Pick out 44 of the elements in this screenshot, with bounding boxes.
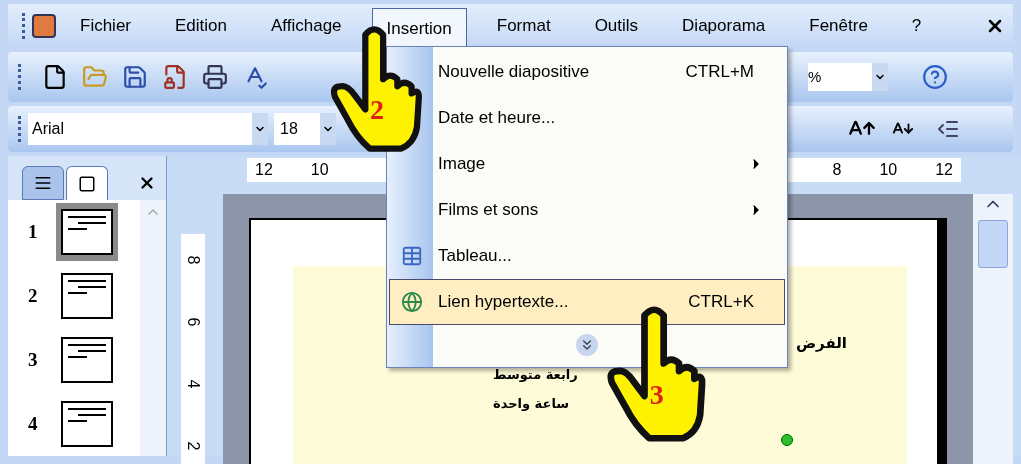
menu-title[interactable]: Edition: [161, 6, 241, 46]
menu-item-label: Date et heure...: [438, 107, 557, 130]
font-size-value: 18: [280, 119, 298, 139]
menu-item-label: Lien hypertexte...: [438, 291, 570, 314]
shortcut-text: CTRL+K: [688, 291, 754, 314]
ruler-number: 6: [184, 317, 203, 327]
ruler-number: 2: [184, 441, 203, 451]
slide-number: 2: [27, 283, 39, 308]
menu-title[interactable]: Fenêtre: [795, 6, 882, 46]
slide-number: 3: [27, 347, 39, 372]
font-value: Arial: [32, 119, 64, 139]
menu-item-label: Image: [438, 153, 487, 176]
menu-item-label: Nouvelle diapositive: [438, 61, 591, 84]
slide-number: 4: [27, 411, 39, 436]
ruler-number: 10: [879, 160, 898, 180]
menu-title[interactable]: Affichage: [257, 6, 356, 46]
ruler-number: 12: [935, 160, 953, 180]
menu-item-label: Tableau...: [438, 245, 513, 268]
font-size-field[interactable]: 18: [274, 113, 336, 145]
menu-title[interactable]: Diaporama: [668, 6, 780, 46]
menu-item[interactable]: Image: [389, 141, 785, 187]
step-number: 2: [370, 95, 384, 124]
slide-text-line: رابعة متوسط: [493, 365, 578, 384]
menu-title[interactable]: Fichier: [66, 6, 145, 46]
menu-item[interactable]: Tableau...: [389, 233, 785, 279]
menu-title[interactable]: ?: [897, 6, 936, 46]
menu-item[interactable]: Films et sons: [389, 187, 785, 233]
menu-title[interactable]: Format: [482, 6, 565, 46]
zoom-value: %: [808, 66, 822, 87]
ruler-number: 12: [255, 160, 273, 180]
slide-number: 1: [27, 219, 39, 244]
shortcut-text: CTRL+M: [685, 61, 754, 84]
zoom-field[interactable]: %: [808, 63, 888, 91]
step-number: 3: [649, 381, 664, 409]
ruler-number: 8: [832, 160, 842, 180]
slide-text-line: ساعة واحدة: [493, 395, 570, 413]
ruler-number: 4: [184, 379, 203, 389]
slide-text-line: الفرض: [795, 333, 847, 354]
menu-item-label: Films et sons: [438, 199, 540, 222]
menu-title[interactable]: Outils: [580, 6, 653, 46]
ruler-number: 10: [310, 160, 329, 180]
font-field[interactable]: Arial: [28, 113, 268, 145]
ruler-number: 8: [184, 255, 203, 265]
menu-item[interactable]: Lien hypertexte... CTRL+K: [389, 279, 785, 325]
